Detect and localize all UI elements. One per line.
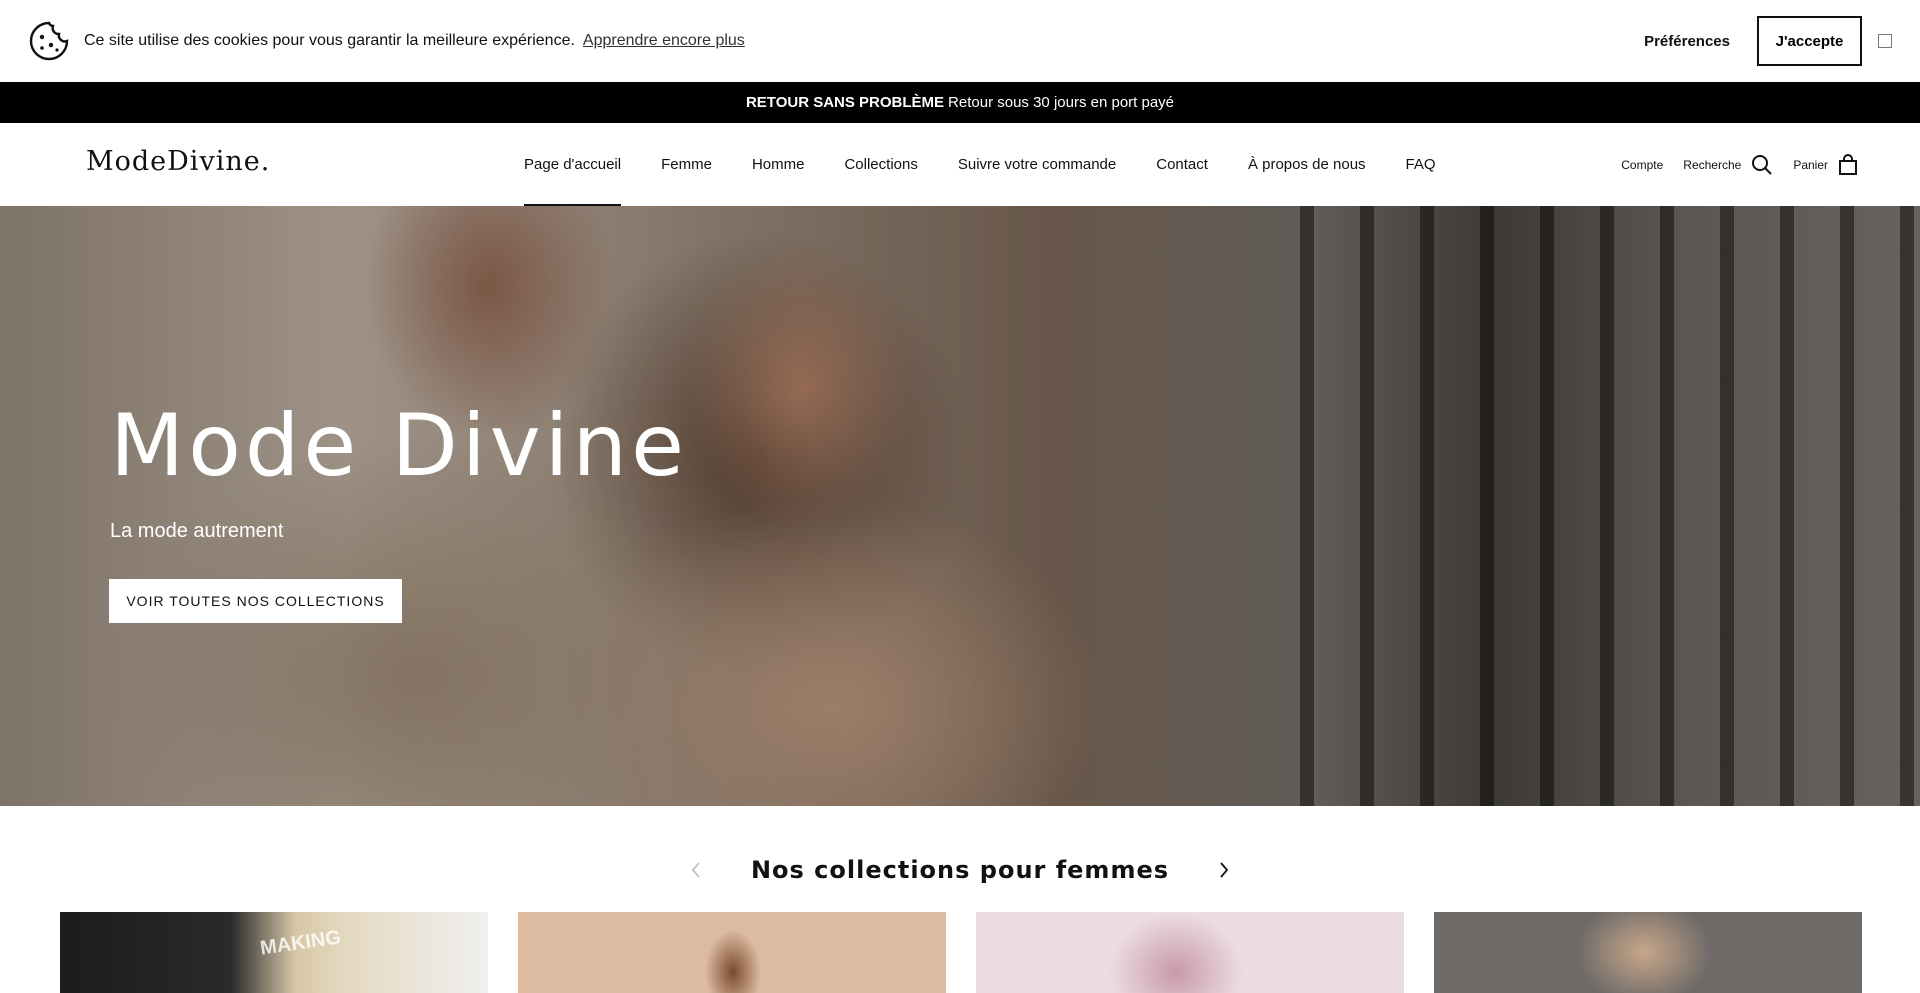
- nav-item-collections[interactable]: Collections: [844, 123, 917, 206]
- shopping-bag-icon: [1838, 153, 1858, 176]
- nav-item-contact[interactable]: Contact: [1156, 123, 1208, 206]
- nav-item-track-order[interactable]: Suivre votre commande: [958, 123, 1116, 206]
- header-actions: Compte Recherche Panier: [1601, 123, 1858, 206]
- nav-item-men[interactable]: Homme: [752, 123, 805, 206]
- account-link[interactable]: Compte: [1621, 158, 1663, 172]
- search-link[interactable]: Recherche: [1683, 154, 1773, 176]
- collection-card[interactable]: [1434, 912, 1862, 993]
- hero-title: Mode Divine: [110, 396, 688, 496]
- nav-item-women[interactable]: Femme: [661, 123, 712, 206]
- collection-card[interactable]: MAKING: [60, 912, 488, 993]
- announcement-bar: RETOUR SANS PROBLÈME Retour sous 30 jour…: [0, 82, 1920, 123]
- cookie-preferences-button[interactable]: Préférences: [1644, 33, 1730, 50]
- nav-item-faq[interactable]: FAQ: [1406, 123, 1436, 206]
- nav-item-about[interactable]: À propos de nous: [1248, 123, 1366, 206]
- cart-label: Panier: [1793, 157, 1828, 172]
- site-header: ModeDivine. Page d'accueil Femme Homme C…: [0, 123, 1920, 206]
- cookie-accept-button[interactable]: J'accepte: [1757, 16, 1862, 66]
- collection-carousel: MAKING: [60, 912, 1862, 993]
- collection-card[interactable]: [976, 912, 1404, 993]
- collection-card[interactable]: [518, 912, 946, 993]
- cookie-banner: Ce site utilise des cookies pour vous ga…: [0, 0, 1920, 82]
- cookie-message: Ce site utilise des cookies pour vous ga…: [84, 32, 575, 49]
- chevron-left-icon[interactable]: [681, 855, 711, 885]
- main-nav: Page d'accueil Femme Homme Collections S…: [524, 123, 1476, 206]
- hero-banner: Mode Divine La mode autrement VOIR TOUTE…: [0, 206, 1920, 806]
- collections-title: Nos collections pour femmes: [750, 856, 1170, 884]
- hero-subtitle: La mode autrement: [110, 520, 284, 542]
- cookie-actions: Préférences J'accepte: [1644, 16, 1892, 66]
- cart-link[interactable]: Panier: [1793, 153, 1858, 176]
- search-label: Recherche: [1683, 157, 1742, 172]
- nav-item-home[interactable]: Page d'accueil: [524, 123, 622, 206]
- collections-header: Nos collections pour femmes: [0, 840, 1920, 900]
- close-icon[interactable]: [1878, 34, 1892, 48]
- account-label: Compte: [1621, 157, 1664, 172]
- site-logo[interactable]: ModeDivine.: [86, 146, 270, 177]
- card-image-text: MAKING: [258, 926, 343, 960]
- cookie-icon: [28, 20, 70, 62]
- view-collections-button[interactable]: VOIR TOUTES NOS COLLECTIONS: [109, 579, 402, 623]
- cookie-learn-more-link[interactable]: Apprendre encore plus: [583, 32, 745, 50]
- announcement-text: Retour sous 30 jours en port payé: [948, 94, 1175, 111]
- chevron-right-icon[interactable]: [1209, 855, 1239, 885]
- search-icon: [1751, 154, 1773, 176]
- announcement-bold: RETOUR SANS PROBLÈME: [745, 94, 945, 111]
